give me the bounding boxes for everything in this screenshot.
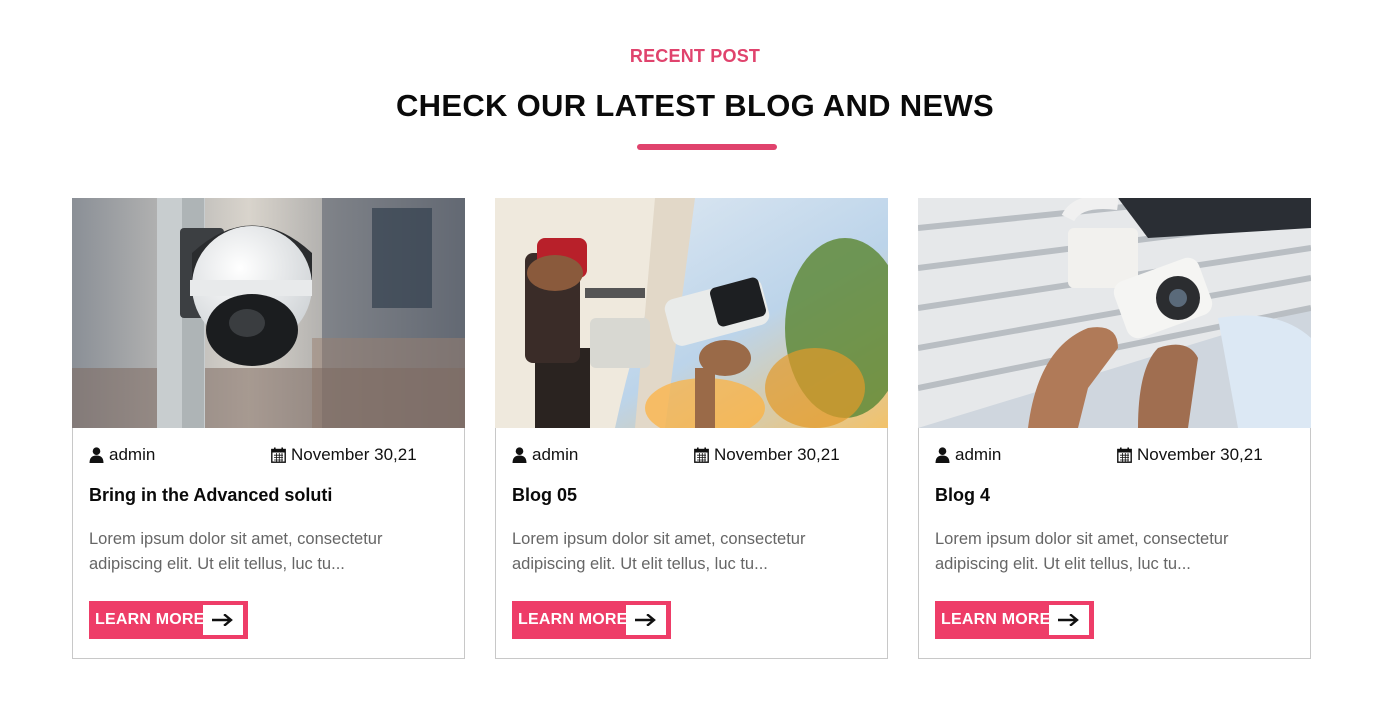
post-excerpt: Lorem ipsum dolor sit amet, consectetur …: [89, 530, 383, 573]
blog-card: admin November 30,21 Bring in the Advanc…: [72, 198, 465, 659]
post-title[interactable]: Blog 05: [512, 485, 875, 506]
post-title[interactable]: Blog 4: [935, 485, 1298, 506]
author-name: admin: [532, 445, 579, 464]
arrow-right-icon: [1049, 605, 1089, 635]
arrow-right-icon: [203, 605, 243, 635]
bullet-camera-install-image: [495, 198, 888, 428]
post-author[interactable]: admin: [89, 445, 155, 465]
post-thumbnail[interactable]: [918, 198, 1311, 428]
post-thumbnail[interactable]: [495, 198, 888, 428]
learn-more-label: LEARN MORE: [95, 611, 205, 628]
learn-more-label: LEARN MORE: [518, 611, 628, 628]
ceiling-camera-install-image: [918, 198, 1311, 428]
post-author[interactable]: admin: [935, 445, 1001, 465]
post-meta: admin November 30,21: [89, 445, 448, 469]
arrow-right-icon: [626, 605, 666, 635]
post-author[interactable]: admin: [512, 445, 578, 465]
author-name: admin: [955, 445, 1002, 464]
learn-more-button[interactable]: LEARN MORE: [512, 601, 671, 639]
headline-underline: [637, 144, 777, 150]
post-title[interactable]: Bring in the Advanced soluti: [89, 485, 452, 506]
post-thumbnail[interactable]: [72, 198, 465, 428]
user-icon: [935, 447, 950, 463]
date-text: November 30,21: [291, 445, 417, 464]
post-meta: admin November 30,21: [935, 445, 1294, 469]
calendar-icon: [694, 447, 709, 463]
date-text: November 30,21: [1137, 445, 1263, 464]
user-icon: [512, 447, 527, 463]
calendar-icon: [1117, 447, 1132, 463]
post-date: November 30,21: [1117, 445, 1263, 465]
dome-camera-image: [72, 198, 465, 428]
blog-card: admin November 30,21 Blog 05 Lorem ipsum…: [495, 198, 888, 659]
post-excerpt: Lorem ipsum dolor sit amet, consectetur …: [512, 530, 806, 573]
author-name: admin: [109, 445, 156, 464]
calendar-icon: [271, 447, 286, 463]
learn-more-button[interactable]: LEARN MORE: [89, 601, 248, 639]
post-excerpt: Lorem ipsum dolor sit amet, consectetur …: [935, 530, 1229, 573]
post-meta: admin November 30,21: [512, 445, 871, 469]
blog-card: admin November 30,21 Blog 4 Lorem ipsum …: [918, 198, 1311, 659]
learn-more-button[interactable]: LEARN MORE: [935, 601, 1094, 639]
post-date: November 30,21: [271, 445, 417, 465]
post-date: November 30,21: [694, 445, 840, 465]
date-text: November 30,21: [714, 445, 840, 464]
user-icon: [89, 447, 104, 463]
section-headline: CHECK OUR LATEST BLOG AND NEWS: [396, 88, 994, 123]
section-eyebrow: RECENT POST: [629, 46, 761, 66]
learn-more-label: LEARN MORE: [941, 611, 1051, 628]
